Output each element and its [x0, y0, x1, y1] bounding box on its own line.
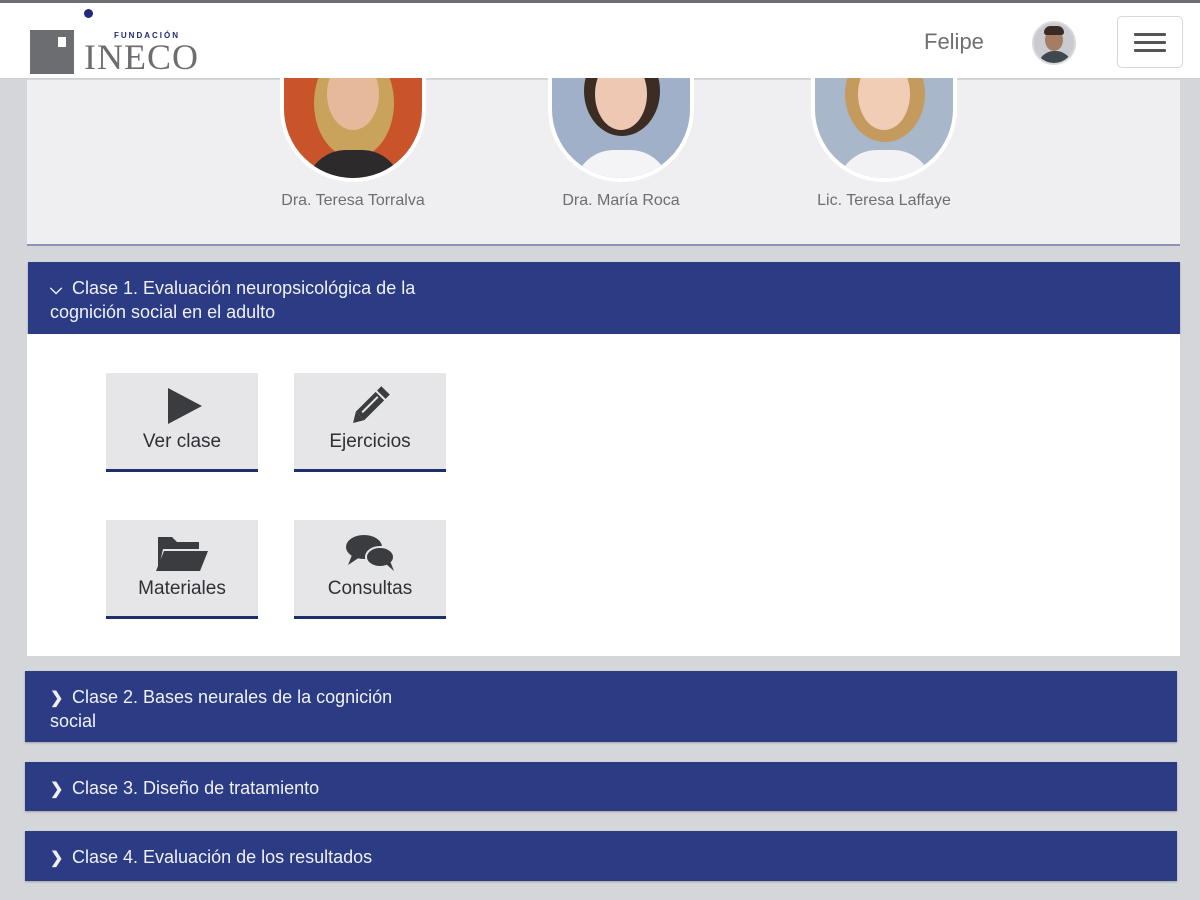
chevron-right-icon: ❯: [50, 690, 64, 707]
class-3-title: Clase 3. Diseño de tratamiento: [72, 778, 320, 798]
class-1-title-line2: cognición social en el adulto: [50, 302, 276, 322]
hamburger-icon-bar: [1134, 49, 1166, 52]
instructors-panel: Dra. Teresa Torralva Dra. María Roca Lic…: [27, 78, 1180, 246]
hamburger-icon: [1134, 33, 1166, 36]
pencil-icon: [353, 386, 390, 423]
instructor-name: Dra. María Roca: [562, 192, 680, 209]
chat-bubbles-icon: [346, 535, 395, 571]
logo-dot: [84, 9, 93, 18]
class-2-title-line2: social: [50, 711, 97, 731]
ejercicios-label: Ejercicios: [329, 431, 411, 452]
materiales-label: Materiales: [138, 578, 226, 599]
instructor-photo: [548, 78, 694, 182]
app-header: FUNDACIÓN INECO Felipe: [0, 3, 1200, 79]
ejercicios-button[interactable]: Ejercicios: [294, 373, 446, 472]
logo-title: INECO: [84, 37, 199, 77]
ver-clase-label: Ver clase: [142, 431, 222, 452]
class-4-header[interactable]: ❯ Clase 4. Evaluación de los resultados: [25, 831, 1177, 881]
instructor-photo: [811, 78, 957, 182]
play-icon: [168, 388, 202, 424]
consultas-button[interactable]: Consultas: [294, 520, 446, 619]
folder-open-icon: [156, 537, 208, 571]
instructor-name: Lic. Teresa Laffaye: [817, 192, 951, 209]
materiales-button[interactable]: Materiales: [106, 520, 258, 619]
chevron-right-icon: ❯: [50, 850, 64, 867]
hamburger-menu-button[interactable]: [1117, 16, 1183, 68]
hamburger-icon-bar: [1134, 41, 1166, 44]
class-4-title: Clase 4. Evaluación de los resultados: [72, 847, 373, 867]
logo-mark-icon: [30, 30, 74, 74]
user-name[interactable]: Felipe: [924, 29, 984, 55]
consultas-label: Consultas: [327, 578, 413, 599]
class-3-header[interactable]: ❯ Clase 3. Diseño de tratamiento: [25, 762, 1177, 811]
instructor-name: Dra. Teresa Torralva: [281, 192, 425, 209]
ver-clase-button[interactable]: Ver clase: [106, 373, 258, 472]
class-2-header[interactable]: ❯ Clase 2. Bases neurales de la cognición…: [25, 671, 1177, 742]
chevron-right-icon: ❯: [50, 781, 64, 798]
class-1-title-line1: Clase 1. Evaluación neuropsicológica de …: [72, 278, 416, 298]
class-1-content: Ver clase Ejercicios Materiales Consulta…: [27, 334, 1180, 656]
user-avatar-icon[interactable]: [1032, 21, 1076, 65]
chevron-down-icon: ⌵: [50, 281, 63, 298]
class-1-header[interactable]: ⌵ Clase 1. Evaluación neuropsicológica de…: [28, 262, 1180, 334]
class-2-title-line1: Clase 2. Bases neurales de la cognición: [72, 687, 393, 707]
ineco-logo[interactable]: FUNDACIÓN INECO: [30, 7, 210, 77]
instructor-photo: [280, 78, 426, 182]
